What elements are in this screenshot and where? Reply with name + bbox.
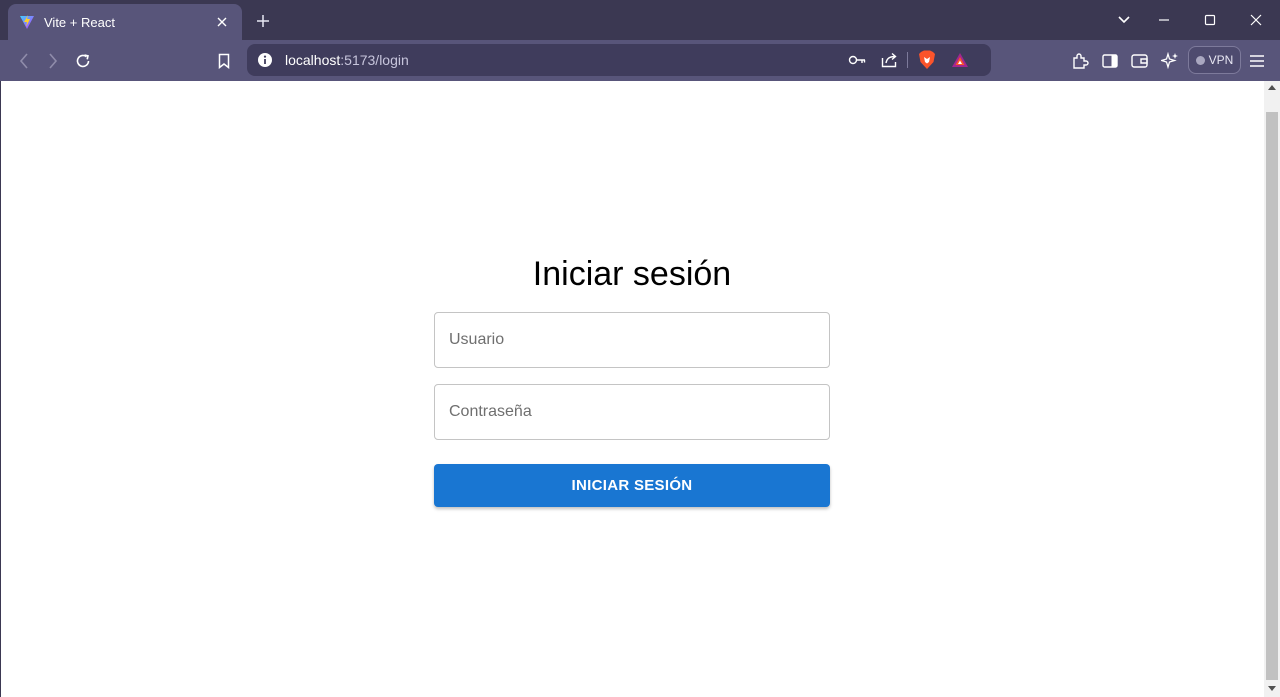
scroll-down-arrow-icon[interactable] [1268,686,1276,691]
maximize-icon[interactable] [1198,8,1222,32]
scroll-thumb[interactable] [1266,112,1278,680]
vpn-label: VPN [1208,53,1234,67]
address-bar-divider [907,52,908,68]
tab-strip: Vite + React [0,0,1280,40]
vite-favicon-icon [18,13,36,31]
wallet-icon[interactable] [1128,49,1152,73]
login-title: Iniciar sesión [532,255,732,293]
site-info-icon[interactable] [255,50,275,70]
tab-active[interactable]: Vite + React [8,4,242,40]
key-icon[interactable] [847,50,867,70]
sidebar-icon[interactable] [1098,49,1122,73]
address-bar[interactable]: localhost:5173/login [247,44,991,76]
scroll-up-arrow-icon[interactable] [1268,85,1276,90]
brave-rewards-icon[interactable] [950,50,970,70]
back-icon[interactable] [12,49,36,73]
forward-icon[interactable] [41,49,65,73]
url-text: localhost:5173/login [285,52,409,68]
brave-shields-icon[interactable] [917,50,937,70]
new-tab-plus-icon[interactable] [252,10,274,32]
bookmark-icon[interactable] [212,49,236,73]
username-input[interactable] [434,312,830,368]
reload-icon[interactable] [71,49,95,73]
url-path: :5173/login [340,52,409,68]
tab-search-chevron-down-icon[interactable] [1112,8,1136,32]
page-scrollbar[interactable] [1264,81,1280,697]
share-icon[interactable] [880,50,900,70]
window-close-icon[interactable] [1244,8,1268,32]
leo-ai-icon[interactable] [1158,49,1182,73]
vpn-status-dot-icon [1195,55,1205,65]
url-host: localhost [285,52,341,68]
login-submit-button[interactable]: INICIAR SESIÓN [434,464,830,507]
minimize-icon[interactable] [1152,8,1176,32]
extensions-icon[interactable] [1068,49,1092,73]
password-input[interactable] [434,384,830,440]
close-tab-icon[interactable] [212,12,232,32]
vpn-button[interactable]: VPN [1188,46,1241,74]
browser-toolbar: localhost:5173/login VPN [0,40,1280,81]
tab-title: Vite + React [44,14,115,30]
menu-icon[interactable] [1245,49,1269,73]
